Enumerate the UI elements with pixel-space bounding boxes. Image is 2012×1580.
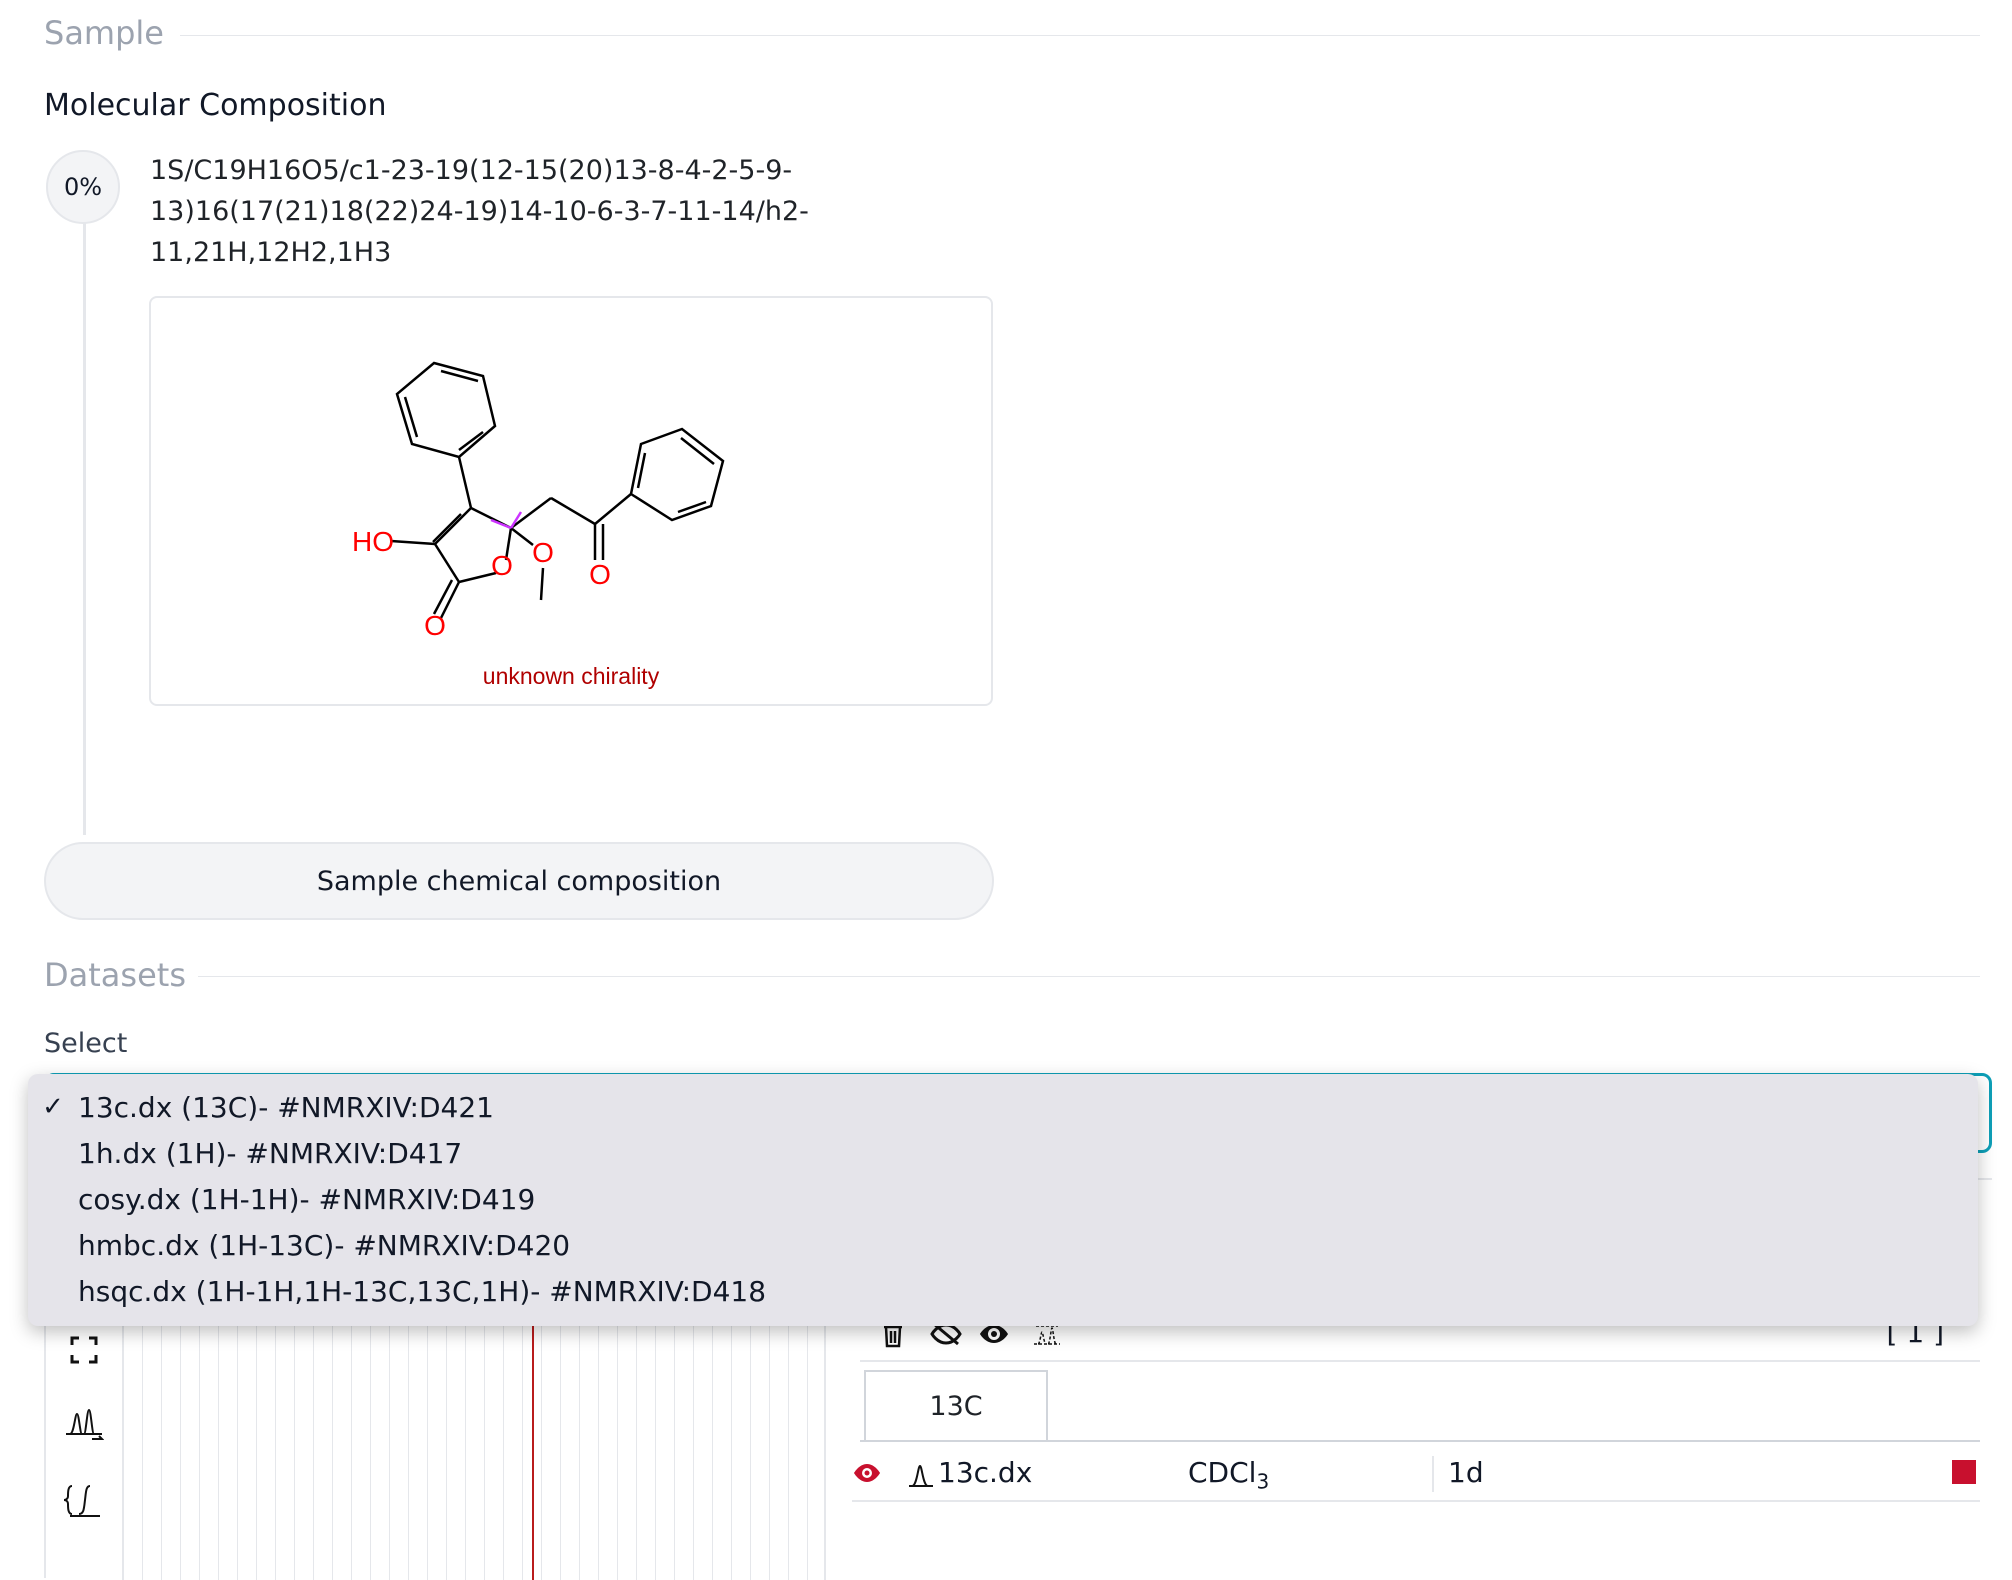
tab-13c[interactable]: 13C <box>864 1370 1048 1440</box>
solvent-subscript: 3 <box>1256 1469 1270 1494</box>
dropdown-option[interactable]: ✓ 13c.dx (13C)- #NMRXIV:D421 <box>28 1084 1978 1130</box>
spectrum-1d-icon <box>908 1462 934 1492</box>
visible-eye-icon[interactable] <box>852 1462 882 1488</box>
left-toolbar <box>46 1320 124 1580</box>
spectrum-row[interactable]: 13c.dx CDCl3 1d <box>852 1448 1980 1502</box>
inchi-line: 11,21H,12H2,1H3 <box>150 237 392 268</box>
show-all-icon[interactable] <box>978 1322 1010 1350</box>
solvent-label: CDCl3 <box>1188 1456 1269 1494</box>
integral-icon[interactable] <box>54 1480 114 1520</box>
spectra-alignment-icon[interactable] <box>1032 1322 1062 1352</box>
sample-section-divider <box>180 35 1980 36</box>
datasets-section-divider <box>198 976 1980 977</box>
column-divider <box>1432 1456 1434 1492</box>
spectrum-color-swatch[interactable] <box>1952 1460 1976 1484</box>
select-label: Select <box>44 1028 128 1059</box>
peak-picking-icon[interactable] <box>54 1404 114 1444</box>
spectrum-name: 13c.dx <box>938 1456 1033 1489</box>
dropdown-option[interactable]: cosy.dx (1H-1H)- #NMRXIV:D419 <box>28 1176 1978 1222</box>
molecule-structure-card: HO O O O O unknown chirality <box>149 296 993 706</box>
molecular-composition-title: Molecular Composition <box>44 88 387 123</box>
ring-oxygen-label: O <box>491 550 513 581</box>
chirality-note: unknown chirality <box>483 663 660 689</box>
inchi-line: 13)16(17(21)18(22)24-19)14-10-6-3-7-11-1… <box>150 196 809 227</box>
percent-badge: 0% <box>46 150 120 224</box>
solvent-main: CDCl <box>1188 1456 1257 1489</box>
dropdown-option[interactable]: hmbc.dx (1H-13C)- #NMRXIV:D420 <box>28 1222 1978 1268</box>
dataset-dropdown-menu: ✓ 13c.dx (13C)- #NMRXIV:D421 1h.dx (1H)-… <box>28 1074 1978 1326</box>
dropdown-option-label: 1h.dx (1H)- #NMRXIV:D417 <box>78 1136 463 1170</box>
datasets-section-title: Datasets <box>44 956 186 994</box>
hide-all-icon[interactable] <box>930 1322 962 1350</box>
inchi-string: 1S/C19H16O5/c1-23-19(12-15(20)13-8-4-2-5… <box>150 150 850 273</box>
dropdown-option[interactable]: hsqc.dx (1H-1H,1H-13C,13C,1H)- #NMRXIV:D… <box>28 1268 1978 1314</box>
dropdown-option-label: hsqc.dx (1H-1H,1H-13C,13C,1H)- #NMRXIV:D… <box>78 1274 767 1308</box>
ketone-oxygen-label: O <box>589 559 611 590</box>
dropdown-option-label: 13c.dx (13C)- #NMRXIV:D421 <box>78 1090 494 1124</box>
spectrum-cursor-line <box>532 1320 534 1580</box>
sample-composition-button[interactable]: Sample chemical composition <box>44 842 994 920</box>
fullscreen-icon[interactable] <box>54 1330 114 1370</box>
dropdown-option[interactable]: 1h.dx (1H)- #NMRXIV:D417 <box>28 1130 1978 1176</box>
lactone-oxygen-label: O <box>424 610 446 641</box>
methoxy-oxygen-label: O <box>532 537 554 568</box>
sample-section-title: Sample <box>44 14 164 52</box>
molecule-structure-drawing: HO O O O O unknown chirality <box>352 361 725 689</box>
dimension-label: 1d <box>1448 1456 1484 1489</box>
ho-atom-label: HO <box>352 526 394 557</box>
checkmark-icon: ✓ <box>42 1092 64 1122</box>
timeline-line <box>83 200 86 835</box>
trash-icon[interactable] <box>882 1322 904 1352</box>
inchi-line: 1S/C19H16O5/c1-23-19(12-15(20)13-8-4-2-5… <box>150 155 793 186</box>
dropdown-option-label: hmbc.dx (1H-13C)- #NMRXIV:D420 <box>78 1228 571 1262</box>
dropdown-option-label: cosy.dx (1H-1H)- #NMRXIV:D419 <box>78 1182 536 1216</box>
spectrum-canvas[interactable] <box>124 1320 826 1580</box>
